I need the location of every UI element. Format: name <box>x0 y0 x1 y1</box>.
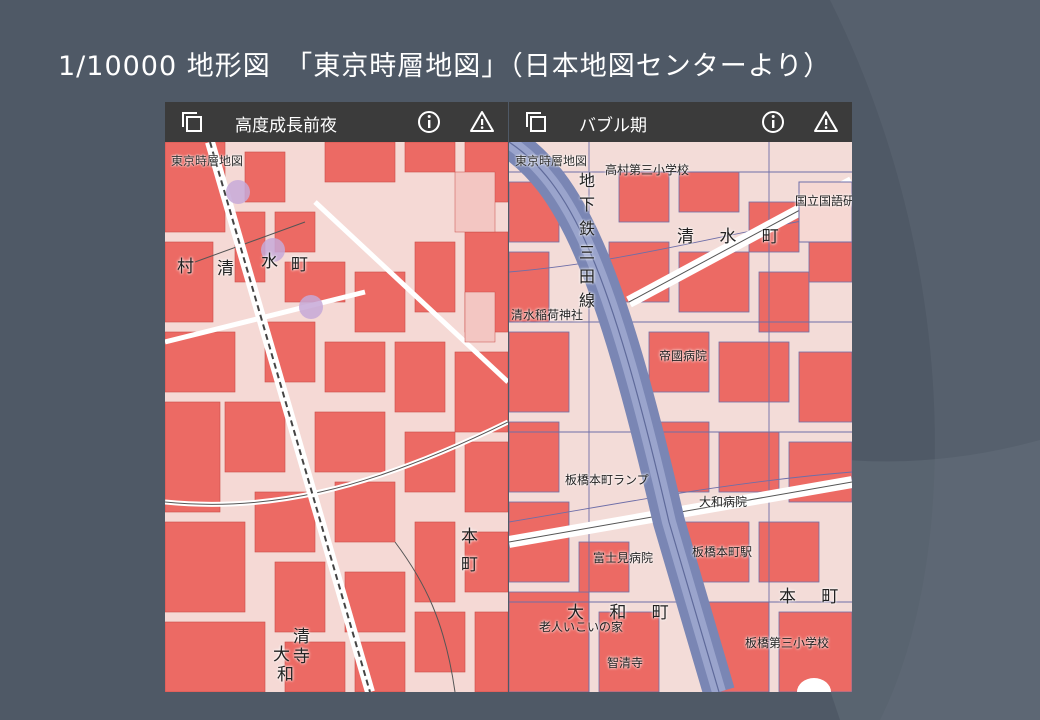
map-label: 老人いこいの家 <box>539 620 624 634</box>
map-label: 大和病院 <box>699 495 748 509</box>
map-label: 帝國病院 <box>659 349 708 363</box>
layers-icon[interactable] <box>523 109 549 135</box>
map-label: 国立国語研 <box>795 194 852 208</box>
topographic-map-left <box>165 142 508 692</box>
map-label: 板橋本町ランプ <box>565 473 649 487</box>
map-view-left[interactable] <box>165 142 508 692</box>
map-label: 智清寺 <box>607 656 644 670</box>
map-label: 本 <box>461 527 488 547</box>
map-panel-left: 高度成長前夜 東京時層地図 村 清 水 町 本 町 大 清 寺 和 <box>165 102 508 692</box>
map-label: 水 <box>261 252 288 272</box>
map-label: 高村第三小学校 <box>605 163 690 177</box>
map-label: 清 <box>217 259 244 279</box>
map-label: 村 <box>177 257 204 277</box>
info-icon[interactable] <box>416 109 442 135</box>
warning-icon[interactable] <box>813 109 839 135</box>
map-panel-right: バブル期 東京時層地図 高村第三小学校 国立国語研 清 水 町 地下鉄三田線 清… <box>509 102 852 692</box>
map-label: 富士見病院 <box>593 551 654 565</box>
map-label: 和 <box>277 665 304 685</box>
panel-header-left: 高度成長前夜 <box>165 102 508 142</box>
map-source-label: 東京時層地図 <box>515 154 588 168</box>
layers-icon[interactable] <box>179 109 205 135</box>
map-label: 本 町 <box>779 587 849 607</box>
map-label: 地下鉄三田線 <box>576 172 595 316</box>
slide-title: 1/10000 地形図 「東京時層地図」（日本地図センターより） <box>58 51 832 82</box>
panel-title: 高度成長前夜 <box>235 116 337 136</box>
map-label: 町 <box>461 555 488 575</box>
map-source-label: 東京時層地図 <box>171 154 244 168</box>
map-label: 町 <box>291 255 318 275</box>
panel-title: バブル期 <box>579 116 647 136</box>
map-label: 板橋本町駅 <box>692 545 753 559</box>
warning-icon[interactable] <box>469 109 495 135</box>
info-icon[interactable] <box>760 109 786 135</box>
map-label: 清水稲荷神社 <box>511 308 584 322</box>
map-label: 清 水 町 <box>677 227 789 247</box>
map-label: 板橋第三小学校 <box>745 636 830 650</box>
panel-header-right: バブル期 <box>509 102 852 142</box>
